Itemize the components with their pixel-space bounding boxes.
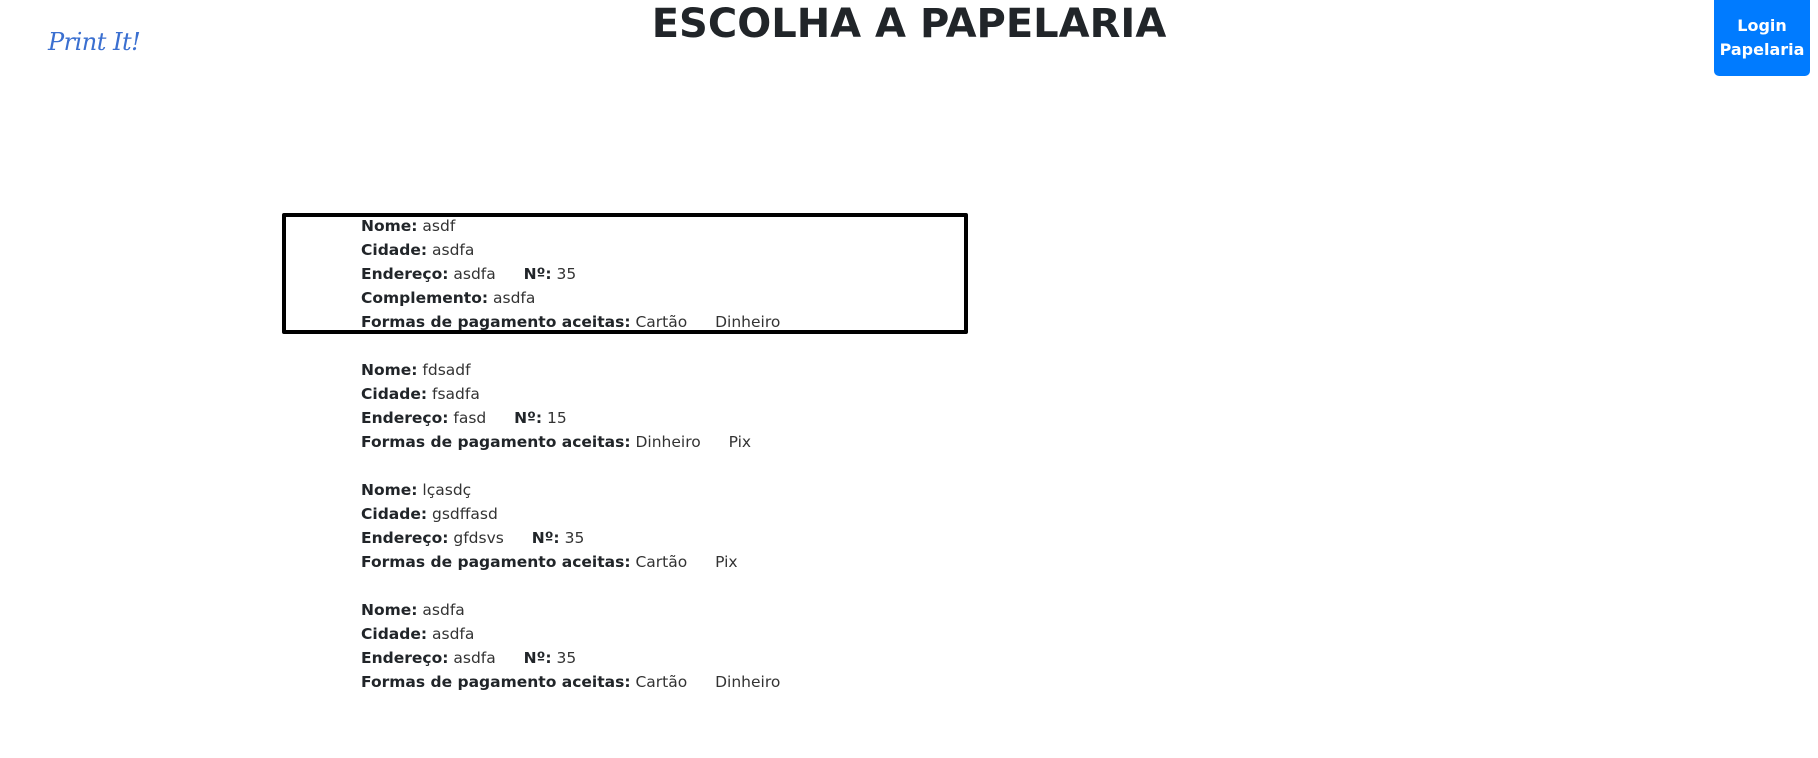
store-name-row: Nome: asdfa	[361, 598, 981, 622]
payment-method: Dinheiro	[715, 673, 781, 691]
store-complement-row: Complemento: asdfa	[361, 286, 981, 310]
store-city-row: Cidade: fsadfa	[361, 382, 981, 406]
payment-label: Formas de pagamento aceitas:	[361, 313, 631, 331]
payment-method: Cartão	[635, 553, 688, 571]
store-city: asdfa	[432, 625, 475, 643]
store-address: asdfa	[453, 649, 496, 667]
store-number: 35	[556, 649, 577, 667]
number-label: Nº:	[523, 265, 552, 283]
city-label: Cidade:	[361, 241, 428, 259]
payment-method: Cartão	[635, 313, 688, 331]
number-label: Nº:	[531, 529, 560, 547]
store-address: fasd	[453, 409, 487, 427]
payment-method: Pix	[728, 433, 752, 451]
store-address-row: Endereço: asdfa Nº: 35	[361, 262, 981, 286]
payment-method: Pix	[715, 553, 738, 571]
store-payment-row: Formas de pagamento aceitas: Cartão Dinh…	[361, 670, 981, 694]
address-label: Endereço:	[361, 649, 449, 667]
address-label: Endereço:	[361, 409, 449, 427]
payment-label: Formas de pagamento aceitas:	[361, 433, 631, 451]
store-name: asdfa	[422, 601, 465, 619]
store-address-row: Endereço: asdfa Nº: 35	[361, 646, 981, 670]
store-list: Nome: asdf Cidade: asdfa Endereço: asdfa…	[361, 214, 981, 718]
name-label: Nome:	[361, 361, 418, 379]
store-address-row: Endereço: fasd Nº: 15	[361, 406, 981, 430]
store-address: asdfa	[453, 265, 496, 283]
store-name-row: Nome: lçasdç	[361, 478, 981, 502]
city-label: Cidade:	[361, 505, 428, 523]
store-name: asdf	[422, 217, 456, 235]
address-label: Endereço:	[361, 265, 449, 283]
store-name-row: Nome: fdsadf	[361, 358, 981, 382]
store-number: 15	[546, 409, 567, 427]
store-city: fsadfa	[432, 385, 480, 403]
payment-method: Cartão	[635, 673, 688, 691]
store-name: lçasdç	[422, 481, 472, 499]
complement-label: Complemento:	[361, 289, 489, 307]
store-city: asdfa	[432, 241, 475, 259]
city-label: Cidade:	[361, 625, 428, 643]
number-label: Nº:	[514, 409, 543, 427]
store-number: 35	[564, 529, 585, 547]
store-city-row: Cidade: asdfa	[361, 622, 981, 646]
number-label: Nº:	[523, 649, 552, 667]
payment-method: Dinheiro	[715, 313, 781, 331]
store-address: gfdsvs	[453, 529, 504, 547]
login-papelaria-button[interactable]: Login Papelaria	[1714, 0, 1810, 76]
address-label: Endereço:	[361, 529, 449, 547]
store-address-row: Endereço: gfdsvs Nº: 35	[361, 526, 981, 550]
store-payment-row: Formas de pagamento aceitas: Cartão Pix	[361, 550, 981, 574]
store-payment-row: Formas de pagamento aceitas: Cartão Dinh…	[361, 310, 981, 334]
store-card[interactable]: Nome: lçasdç Cidade: gsdffasd Endereço: …	[361, 478, 981, 598]
store-card[interactable]: Nome: asdfa Cidade: asdfa Endereço: asdf…	[361, 598, 981, 718]
page-title: ESCOLHA A PAPELARIA	[651, 1, 1167, 47]
store-name-row: Nome: asdf	[361, 214, 981, 238]
city-label: Cidade:	[361, 385, 428, 403]
name-label: Nome:	[361, 481, 418, 499]
store-city-row: Cidade: asdfa	[361, 238, 981, 262]
store-complement: asdfa	[493, 289, 536, 307]
payment-label: Formas de pagamento aceitas:	[361, 553, 631, 571]
name-label: Nome:	[361, 217, 418, 235]
store-number: 35	[556, 265, 577, 283]
store-card[interactable]: Nome: asdf Cidade: asdfa Endereço: asdfa…	[361, 214, 981, 358]
payment-label: Formas de pagamento aceitas:	[361, 673, 631, 691]
payment-method: Dinheiro	[635, 433, 701, 451]
store-city: gsdffasd	[432, 505, 498, 523]
store-name: fdsadf	[422, 361, 471, 379]
store-card[interactable]: Nome: fdsadf Cidade: fsadfa Endereço: fa…	[361, 358, 981, 478]
name-label: Nome:	[361, 601, 418, 619]
store-city-row: Cidade: gsdffasd	[361, 502, 981, 526]
store-payment-row: Formas de pagamento aceitas: Dinheiro Pi…	[361, 430, 981, 454]
